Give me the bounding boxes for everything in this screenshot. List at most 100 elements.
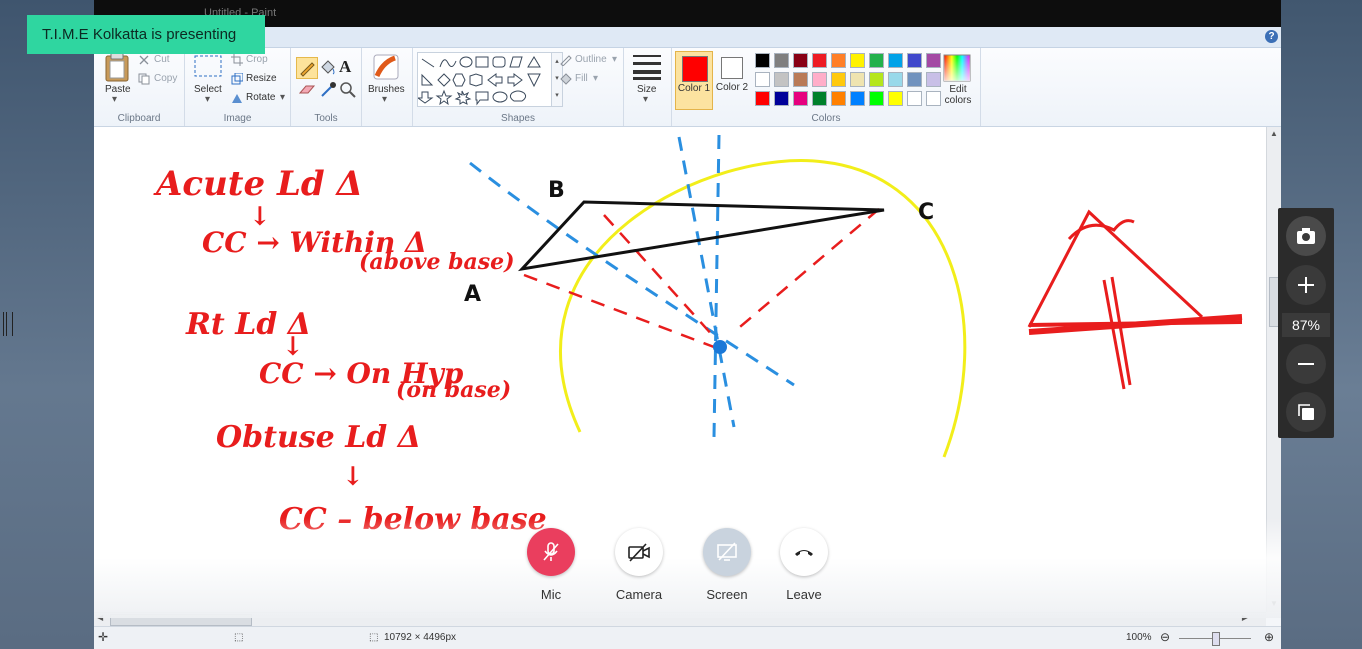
zoom-in-button[interactable]	[1286, 265, 1326, 305]
palette-swatch[interactable]	[755, 91, 770, 106]
zoom-out-icon[interactable]: ⊖	[1160, 630, 1170, 644]
copy-button[interactable]: Copy	[154, 73, 177, 84]
help-icon[interactable]: ?	[1265, 30, 1278, 43]
palette-swatch[interactable]	[774, 72, 789, 87]
palette-swatch[interactable]	[812, 53, 827, 68]
point-b-label: B	[548, 178, 565, 203]
color2-button[interactable]: Color 2	[714, 51, 750, 108]
rotate-dropdown-icon[interactable]: ▾	[280, 92, 285, 103]
text-tool-icon[interactable]: A	[339, 57, 351, 77]
select-dropdown-icon[interactable]: ▾	[205, 94, 210, 105]
tools-group: A Tools	[291, 48, 362, 126]
size-dropdown-icon[interactable]: ▾	[643, 94, 648, 105]
palette-swatch[interactable]	[888, 53, 903, 68]
fill-icon[interactable]	[559, 73, 573, 85]
color-picker-icon[interactable]	[319, 81, 337, 99]
background-left	[0, 0, 94, 649]
palette-swatch[interactable]	[907, 91, 922, 106]
select-icon[interactable]	[194, 55, 222, 79]
palette-swatch[interactable]	[793, 72, 808, 87]
palette-swatch[interactable]	[926, 91, 941, 106]
screen-share-button[interactable]	[703, 528, 751, 576]
palette-swatch[interactable]	[907, 53, 922, 68]
palette-swatch[interactable]	[793, 53, 808, 68]
crop-button[interactable]: Crop	[246, 54, 268, 65]
popout-button[interactable]	[1286, 392, 1326, 432]
leave-button[interactable]	[780, 528, 828, 576]
outline-dropdown-icon[interactable]: ▾	[612, 54, 617, 65]
brushes-group: Brushes ▾	[362, 48, 413, 126]
mic-label: Mic	[540, 587, 562, 602]
cut-button[interactable]: Cut	[154, 54, 170, 65]
palette-swatch[interactable]	[869, 72, 884, 87]
zoom-slider-thumb[interactable]	[1212, 632, 1220, 646]
eraser-icon[interactable]	[298, 83, 316, 97]
screenshot-button[interactable]	[1286, 216, 1326, 256]
paste-dropdown-icon[interactable]: ▾	[112, 94, 117, 105]
colors-group: Color 1 Color 2 Edit colors Colors	[672, 48, 981, 126]
palette-swatch[interactable]	[926, 72, 941, 87]
edit-colors-icon[interactable]	[943, 54, 971, 82]
ribbon: Paste ▾ Cut Copy Clipboard Select ▾ Crop…	[94, 48, 1281, 127]
scroll-up-icon[interactable]: ▲	[1270, 129, 1278, 138]
paste-icon[interactable]	[104, 52, 130, 82]
palette-swatch[interactable]	[907, 72, 922, 87]
hang-up-icon	[795, 550, 813, 556]
tools-label: Tools	[314, 113, 338, 124]
brushes-icon[interactable]	[371, 52, 401, 82]
cursor-position-icon: ✛	[98, 630, 109, 644]
fill-bucket-icon[interactable]	[319, 59, 337, 77]
palette-swatch[interactable]	[831, 91, 846, 106]
resize-icon[interactable]	[231, 73, 243, 85]
palette-swatch[interactable]	[869, 53, 884, 68]
palette-swatch[interactable]	[850, 72, 865, 87]
circumcentre-point	[713, 340, 727, 354]
fill-button[interactable]: Fill	[575, 73, 588, 84]
canvas-size-icon: ⬚	[369, 632, 379, 643]
paste-button[interactable]: Paste	[105, 84, 131, 95]
palette-swatch[interactable]	[831, 72, 846, 87]
resize-button[interactable]: Resize	[246, 73, 277, 84]
rotate-button[interactable]: Rotate	[246, 92, 275, 103]
viewer-zoom-level: 87%	[1282, 313, 1330, 337]
arrow-down-3: ↓	[342, 462, 364, 492]
palette-swatch[interactable]	[888, 72, 903, 87]
palette-swatch[interactable]	[793, 91, 808, 106]
fill-dropdown-icon[interactable]: ▾	[593, 73, 598, 84]
cut-icon[interactable]	[138, 54, 150, 66]
handwritten-notes: Acute Ld Δ ↓ CC → Within Δ (above base) …	[153, 164, 547, 537]
shapes-gallery[interactable]	[416, 52, 553, 107]
copy-icon[interactable]	[138, 73, 150, 85]
resize-handle-icon[interactable]	[3, 312, 13, 336]
palette-swatch[interactable]	[850, 53, 865, 68]
leave-label: Leave	[786, 587, 822, 602]
color1-button[interactable]: Color 1	[675, 51, 713, 110]
palette-swatch[interactable]	[850, 91, 865, 106]
mic-button[interactable]	[527, 528, 575, 576]
magnifier-icon[interactable]	[339, 81, 357, 99]
edit-colors-button[interactable]: Edit colors	[942, 84, 974, 106]
palette-swatch[interactable]	[774, 91, 789, 106]
canvas-dimensions: 10792 × 4496px	[384, 632, 457, 643]
palette-swatch[interactable]	[774, 53, 789, 68]
palette-swatch[interactable]	[831, 53, 846, 68]
brushes-dropdown-icon[interactable]: ▾	[382, 94, 387, 105]
palette-swatch[interactable]	[812, 72, 827, 87]
palette-swatch[interactable]	[812, 91, 827, 106]
palette-swatch[interactable]	[888, 91, 903, 106]
palette-swatch[interactable]	[755, 72, 770, 87]
size-icon[interactable]	[633, 54, 661, 80]
pencil-icon[interactable]	[296, 57, 318, 79]
zoom-in-icon[interactable]: ⊕	[1264, 630, 1274, 644]
zoom-out-button[interactable]	[1286, 344, 1326, 384]
color1-swatch	[682, 56, 708, 82]
outline-icon[interactable]	[559, 54, 573, 66]
crop-icon[interactable]	[231, 54, 243, 66]
shapes-label: Shapes	[501, 113, 535, 124]
rotate-icon[interactable]	[231, 92, 243, 104]
palette-swatch[interactable]	[755, 53, 770, 68]
outline-button[interactable]: Outline	[575, 54, 607, 65]
palette-swatch[interactable]	[869, 91, 884, 106]
palette-swatch[interactable]	[926, 53, 941, 68]
camera-button[interactable]	[615, 528, 663, 576]
